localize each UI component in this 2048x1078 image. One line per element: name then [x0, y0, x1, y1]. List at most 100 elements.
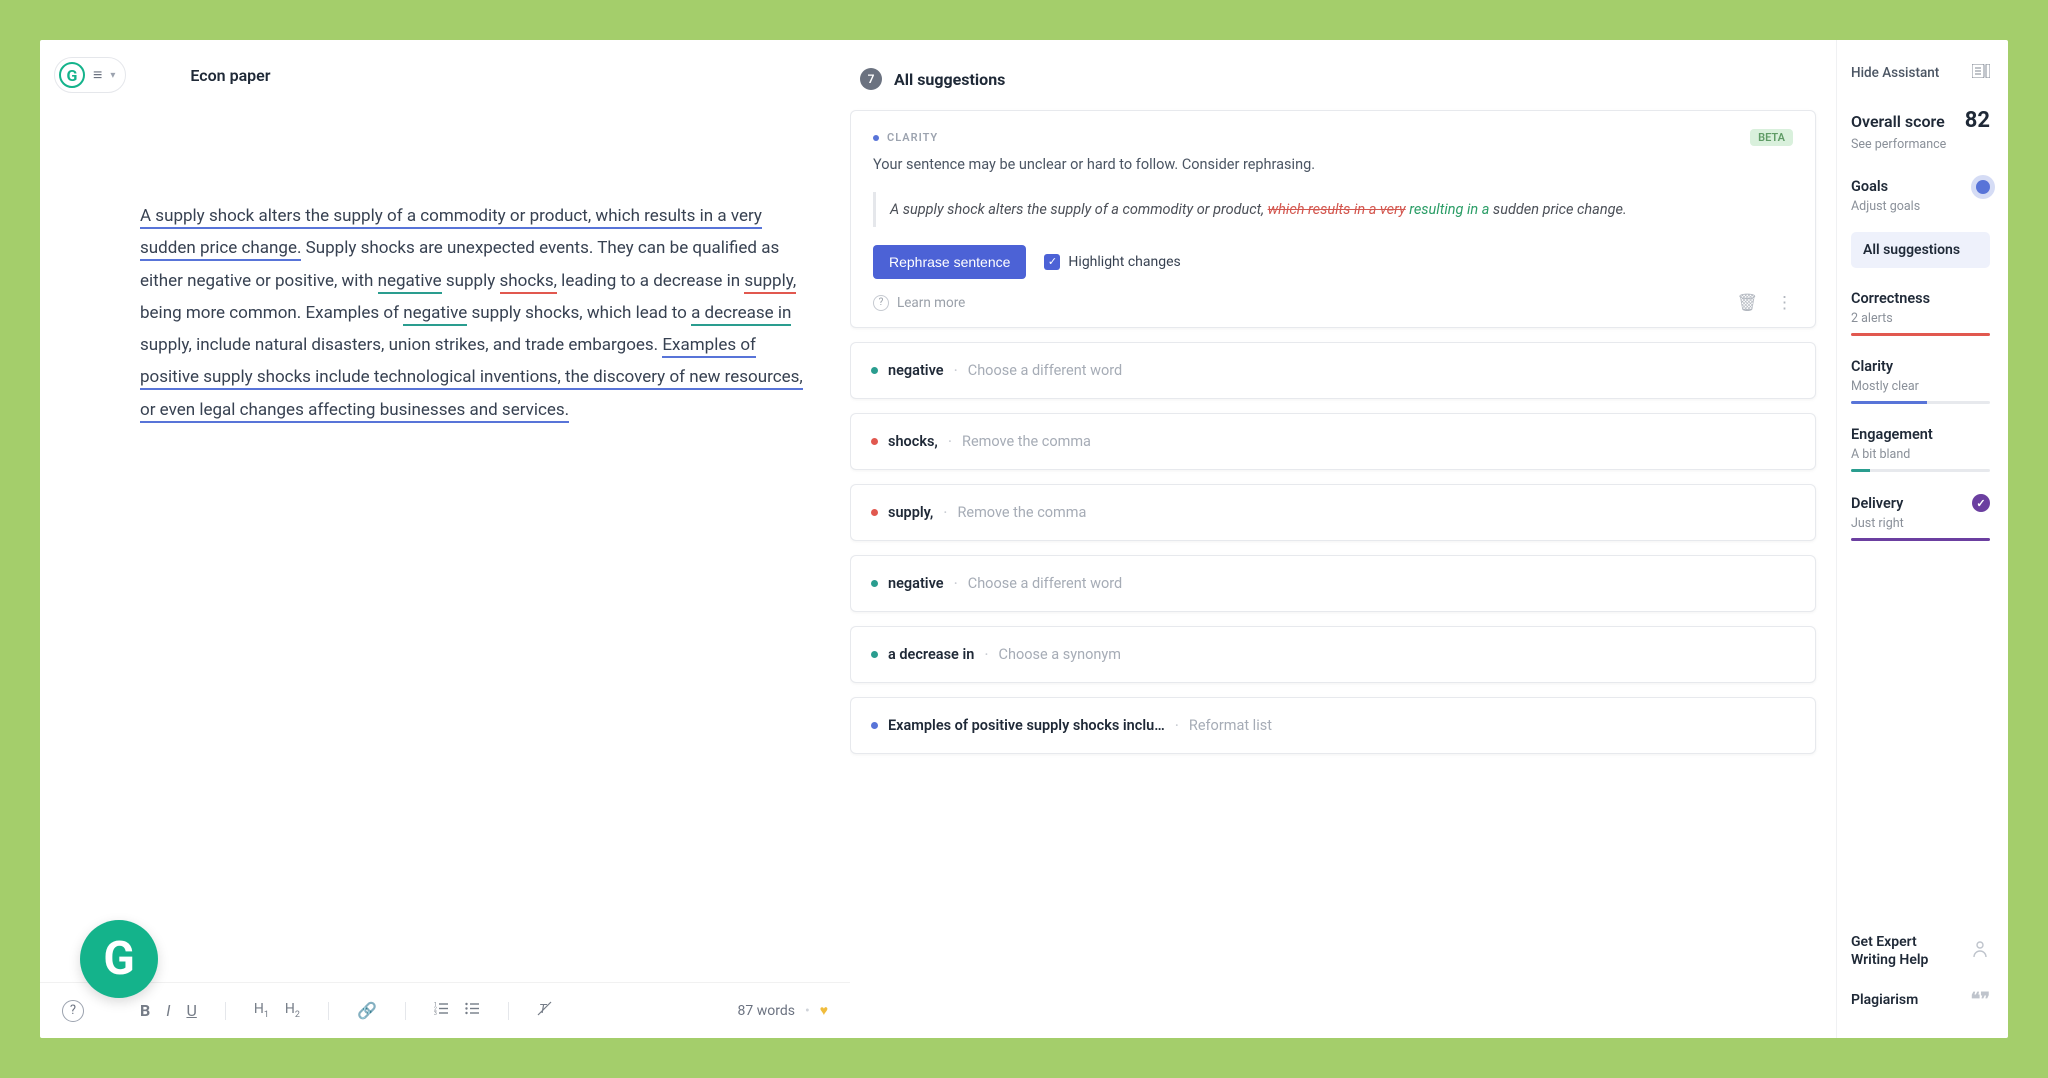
suggestion-hint: Choose a synonym — [999, 646, 1121, 663]
suggestion-card[interactable]: supply, · Remove the comma — [850, 484, 1816, 541]
hide-assistant-button[interactable]: Hide Assistant — [1851, 65, 1939, 81]
suggestion-category-label: CLARITY — [873, 131, 938, 144]
suggestion-term: negative — [888, 575, 944, 592]
delivery-bar — [1851, 538, 1990, 541]
document-title[interactable]: Econ paper — [190, 66, 270, 85]
editor-text: supply, include natural disasters, union… — [140, 335, 662, 355]
suggestion-description: Your sentence may be unclear or hard to … — [873, 154, 1793, 176]
suggestion-term: supply, — [888, 504, 933, 521]
person-icon — [1970, 939, 1990, 964]
category-dot-icon — [871, 722, 878, 729]
assistant-column: Hide Assistant Overall score 82 See perf… — [1836, 40, 2008, 1038]
suggestion-card[interactable]: shocks, · Remove the comma — [850, 413, 1816, 470]
more-icon[interactable]: ⋮ — [1776, 293, 1793, 313]
learn-more-link[interactable]: ? Learn more — [873, 295, 965, 311]
suggestion-hint: Remove the comma — [962, 433, 1091, 450]
dim-clarity[interactable]: Clarity — [1851, 358, 1990, 375]
grammarly-fab[interactable]: G — [80, 920, 158, 998]
rephrase-button[interactable]: Rephrase sentence — [873, 245, 1026, 279]
adjust-goals-link[interactable]: Adjust goals — [1851, 199, 1990, 214]
editor-text: being more common. Examples of — [140, 303, 403, 323]
suggestion-term: Examples of positive supply shocks inclu… — [888, 717, 1165, 734]
toolbar-separator — [328, 1002, 329, 1020]
category-dot-icon — [873, 135, 879, 141]
suggestion-term: a decrease in — [888, 646, 974, 663]
engagement-bar — [1851, 469, 1870, 472]
overall-score[interactable]: Overall score 82 — [1851, 108, 1990, 133]
suggestion-term: negative — [888, 362, 944, 379]
suggestion-hint: Choose a different word — [968, 362, 1122, 379]
suggestion-quote: A supply shock alters the supply of a co… — [873, 192, 1793, 227]
logo-menu-pill[interactable]: G ≡ ▾ — [54, 57, 126, 93]
bullet-list-button[interactable] — [465, 1001, 480, 1020]
highlight-changes-toggle[interactable]: ✓ Highlight changes — [1044, 254, 1180, 270]
word-count[interactable]: 87 words — [738, 1003, 795, 1019]
category-dot-icon — [871, 580, 878, 587]
bold-button[interactable]: B — [140, 1001, 150, 1020]
help-icon[interactable]: ? — [62, 1000, 84, 1022]
suggestion-card[interactable]: negative · Choose a different word — [850, 555, 1816, 612]
all-suggestions-filter[interactable]: All suggestions — [1851, 232, 1990, 268]
toolbar-separator — [225, 1002, 226, 1020]
category-dot-icon — [871, 367, 878, 374]
collapse-icon[interactable] — [1972, 64, 1990, 82]
editor-text: supply — [442, 271, 500, 291]
word-highlight-decrease[interactable]: a decrease in — [691, 303, 791, 326]
category-dot-icon — [871, 509, 878, 516]
suggestions-column: 7 All suggestions CLARITY BETA Your sent… — [850, 40, 1836, 1038]
beta-badge: BETA — [1750, 129, 1793, 146]
checkbox-checked-icon: ✓ — [1044, 254, 1060, 270]
editor-column: G ≡ ▾ Econ paper A supply shock alters t… — [40, 40, 850, 1038]
expert-help-link[interactable]: Get ExpertWriting Help — [1851, 924, 1990, 979]
dim-delivery[interactable]: Delivery ✓ — [1851, 494, 1990, 512]
link-button[interactable]: 🔗 — [357, 1001, 377, 1020]
clear-formatting-button[interactable]: T — [537, 1001, 552, 1020]
suggestion-card[interactable]: negative · Choose a different word — [850, 342, 1816, 399]
plagiarism-link[interactable]: Plagiarism ❝❞ — [1851, 979, 1990, 1020]
editor-toolbar: ? B I U H1 H2 🔗 123 T — [40, 982, 850, 1038]
correctness-bar — [1851, 333, 1990, 336]
menu-icon: ≡ — [93, 65, 102, 85]
inserted-text: resulting in a — [1406, 201, 1490, 218]
toolbar-separator — [405, 1002, 406, 1020]
removed-text: which results in a very — [1268, 201, 1406, 218]
app-window: G ≡ ▾ Econ paper A supply shock alters t… — [40, 40, 2008, 1038]
goals-section[interactable]: Goals — [1851, 178, 1990, 195]
toolbar-separator — [508, 1002, 509, 1020]
heart-icon[interactable]: ♥ — [820, 1002, 828, 1019]
suggestions-header: 7 All suggestions — [850, 40, 1816, 110]
trash-icon[interactable]: 🗑 — [1736, 293, 1758, 313]
h1-button[interactable]: H1 — [254, 1001, 269, 1020]
suggestion-card[interactable]: a decrease in · Choose a synonym — [850, 626, 1816, 683]
check-icon: ✓ — [1972, 494, 1990, 512]
editor-text: leading to a decrease in — [557, 271, 744, 291]
category-dot-icon — [871, 438, 878, 445]
editor-header: G ≡ ▾ Econ paper — [40, 40, 850, 110]
grammarly-logo-icon: G — [59, 62, 85, 88]
suggestion-card-expanded[interactable]: CLARITY BETA Your sentence may be unclea… — [850, 110, 1816, 328]
suggestion-term: shocks, — [888, 433, 938, 450]
editor-text: supply shocks, which lead to — [467, 303, 691, 323]
italic-button[interactable]: I — [166, 1001, 170, 1020]
suggestion-hint: Remove the comma — [957, 504, 1086, 521]
word-highlight-negative[interactable]: negative — [378, 271, 442, 294]
clarity-bar — [1851, 401, 1927, 404]
h2-button[interactable]: H2 — [285, 1001, 300, 1020]
editor-textarea[interactable]: A supply shock alters the supply of a co… — [40, 110, 850, 1038]
numbered-list-button[interactable]: 123 — [434, 1001, 449, 1020]
underline-button[interactable]: U — [186, 1001, 196, 1020]
suggestions-count-badge: 7 — [860, 68, 882, 90]
word-highlight-negative[interactable]: negative — [403, 303, 467, 326]
word-highlight-shocks[interactable]: shocks, — [500, 271, 557, 294]
see-performance-link[interactable]: See performance — [1851, 137, 1990, 152]
dim-correctness[interactable]: Correctness — [1851, 290, 1990, 307]
suggestion-hint: Reformat list — [1189, 717, 1272, 734]
suggestion-card[interactable]: Examples of positive supply shocks inclu… — [850, 697, 1816, 754]
quote-icon: ❝❞ — [1971, 989, 1990, 1010]
question-icon: ? — [873, 295, 889, 311]
category-dot-icon — [871, 651, 878, 658]
suggestions-title: All suggestions — [894, 70, 1005, 89]
word-highlight-supply[interactable]: supply, — [744, 271, 796, 294]
dim-engagement[interactable]: Engagement — [1851, 426, 1990, 443]
svg-text:3: 3 — [434, 1011, 437, 1016]
